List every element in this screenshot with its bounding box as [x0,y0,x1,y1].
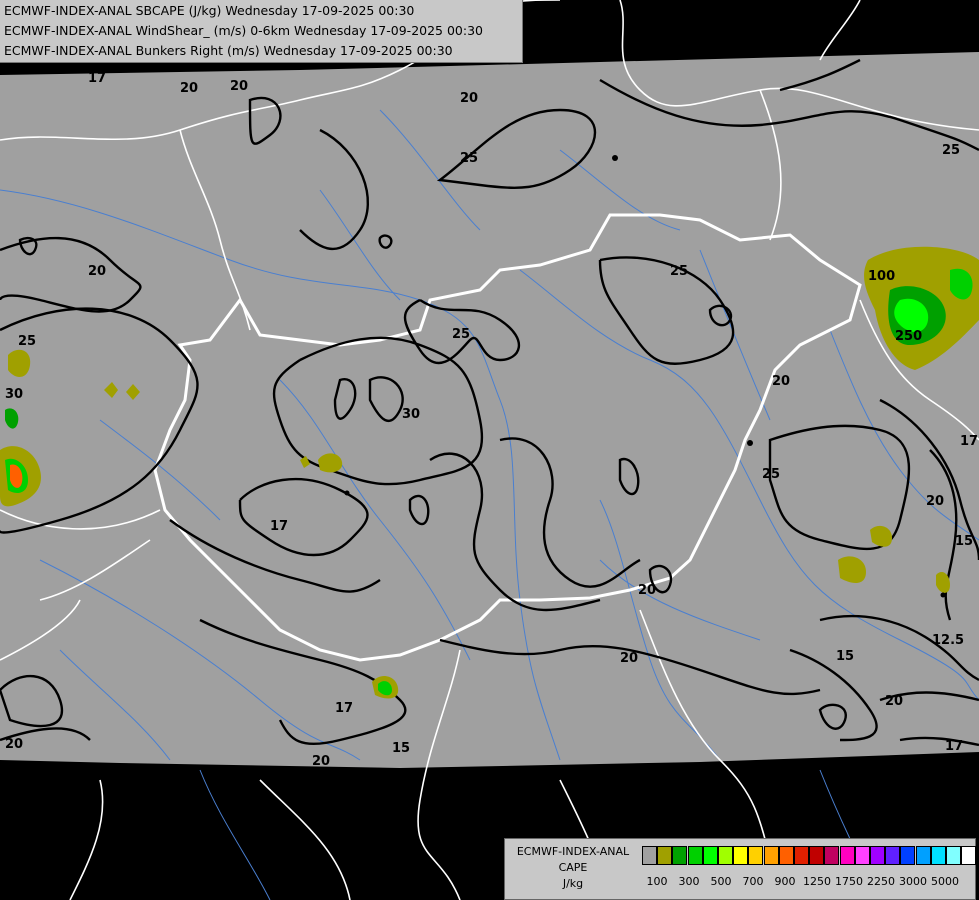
legend-swatch [946,846,961,865]
legend-swatch [778,846,794,865]
contour-label: 12.5 [932,633,964,648]
contour-label: 20 [88,264,106,279]
legend-swatch [794,846,809,865]
title-line-windshear: ECMWF-INDEX-ANAL WindShear_ (m/s) 0-6km … [4,23,483,38]
contour-label: 20 [772,374,790,389]
legend-swatch [642,846,657,865]
contour-label: 100 [868,269,895,284]
legend-swatch [930,846,946,865]
legend-swatch [900,846,916,865]
title-line-bunkers: ECMWF-INDEX-ANAL Bunkers Right (m/s) Wed… [4,43,453,58]
contour-label: 20 [312,754,330,769]
contour-label: 20 [926,494,944,509]
legend-swatch [763,846,779,865]
legend-swatch [915,846,931,865]
legend-swatch [809,846,825,865]
legend-swatch [870,846,885,865]
legend-swatch [854,846,870,865]
title-line-sbcape: ECMWF-INDEX-ANAL SBCAPE (J/kg) Wednesday… [4,3,415,18]
header-panel: ECMWF-INDEX-ANAL SBCAPE (J/kg) Wednesday… [0,0,523,63]
contour-label: 20 [460,91,478,106]
contour-label: 30 [402,407,420,422]
contour-label: 25 [18,334,36,349]
legend-swatch [657,846,673,865]
contour-label: 20 [180,81,198,96]
legend-swatch [718,846,733,865]
legend-swatch [733,846,749,865]
contour-label: 25 [762,467,780,482]
legend-swatch [885,846,901,865]
legend-swatch [961,846,977,865]
contour-label: 20 [5,737,23,752]
contour-label: 250 [895,329,922,344]
legend-swatch [824,846,840,865]
weather-map: 17 20 20 20 25 25 25 20 25 30 25 30 17 2… [0,0,979,900]
contour-label: 30 [5,387,23,402]
contour-label: 15 [392,741,410,756]
cape-legend: ECMWF-INDEX-ANAL CAPE J/kg 100 300 500 700 9… [504,838,977,900]
legend-unit: J/kg [562,877,584,890]
contour-label: 20 [230,79,248,94]
contour-label: 20 [638,583,656,598]
legend-swatch [839,846,855,865]
contour-label: 25 [452,327,470,342]
legend-swatch [687,846,703,865]
contour-label: 15 [955,534,973,549]
contour-label: 17 [945,739,963,754]
legend-swatch [748,846,764,865]
contour-label: 17 [88,71,106,86]
legend-title: ECMWF-INDEX-ANAL [516,845,630,858]
contour-label: 17 [335,701,353,716]
contour-label: 25 [460,151,478,166]
legend-swatch [702,846,718,865]
legend-tick-label: 5000 [931,875,959,888]
contour-label: 25 [670,264,688,279]
contour-label: 15 [836,649,854,664]
legend-variable: CAPE [558,861,588,874]
legend-swatch [672,846,688,865]
contour-label: 25 [942,143,960,158]
contour-label: 20 [620,651,638,666]
contour-label: 20 [885,694,903,709]
contour-label: 17 [270,519,288,534]
model-domain [0,52,979,768]
contour-label: 17 [960,434,978,449]
